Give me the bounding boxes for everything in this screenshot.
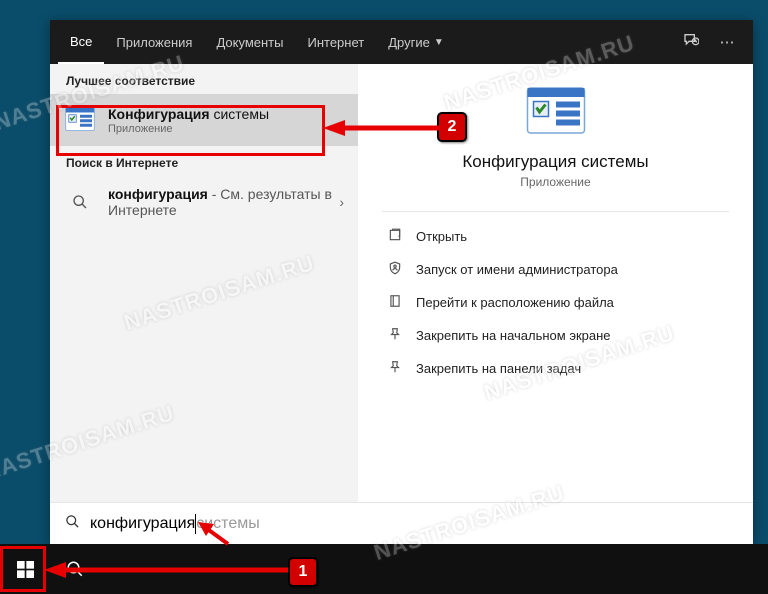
tab-documents[interactable]: Документы [204,20,295,64]
search-suggestion: системы [196,515,259,533]
result-web-search[interactable]: конфигурация - См. результаты в Интернет… [50,176,358,228]
admin-icon [384,261,406,278]
search-icon [66,560,84,578]
msconfig-icon [64,104,96,136]
result-title: конфигурация - См. результаты в Интернет… [108,186,339,218]
folder-icon [384,294,406,311]
search-tabs: Все Приложения Документы Интернет Другие… [50,20,753,64]
tab-web[interactable]: Интернет [295,20,376,64]
pin-start-icon [384,327,406,344]
action-pin-taskbar[interactable]: Закрепить на панели задач [382,352,729,385]
windows-search-panel: Все Приложения Документы Интернет Другие… [50,20,753,544]
action-pin-start[interactable]: Закрепить на начальном экране [382,319,729,352]
preview-app-icon [526,86,586,138]
pin-taskbar-icon [384,360,406,377]
tab-apps[interactable]: Приложения [104,20,204,64]
action-label: Запуск от имени администратора [416,262,618,277]
action-open[interactable]: Открыть [382,220,729,253]
chevron-down-icon: ▼ [434,37,444,48]
tab-more[interactable]: Другие▼ [376,20,456,64]
section-web: Поиск в Интернете [50,146,358,176]
action-label: Закрепить на начальном экране [416,328,611,343]
open-icon [384,228,406,245]
start-button[interactable] [0,544,50,594]
result-subtitle: Приложение [108,123,344,135]
preview-title: Конфигурация системы [462,152,648,172]
search-typed-text: конфигурация [90,515,195,533]
chevron-right-icon: › [339,194,344,210]
action-label: Открыть [416,229,467,244]
action-label: Перейти к расположению файла [416,295,614,310]
preview-subtitle: Приложение [520,175,590,189]
taskbar [0,544,768,594]
feedback-icon[interactable] [673,32,709,52]
tab-all[interactable]: Все [58,20,104,64]
result-system-configuration[interactable]: Конфигурация системы Приложение [50,94,358,146]
results-column: Лучшее соответствие Конфигурация системы [50,64,358,502]
divider [382,211,729,212]
search-icon [64,186,96,218]
windows-icon [17,561,34,578]
result-title: Конфигурация системы [108,106,344,122]
section-best-match: Лучшее соответствие [50,64,358,94]
search-icon [62,514,82,533]
action-label: Закрепить на панели задач [416,361,581,376]
preview-column: Конфигурация системы Приложение Открыть … [358,64,753,502]
more-icon[interactable]: ⋯ [709,33,745,51]
action-run-as-admin[interactable]: Запуск от имени администратора [382,253,729,286]
action-open-location[interactable]: Перейти к расположению файла [382,286,729,319]
taskbar-search-button[interactable] [50,544,100,594]
search-input-row[interactable]: конфигурация системы [50,502,753,544]
